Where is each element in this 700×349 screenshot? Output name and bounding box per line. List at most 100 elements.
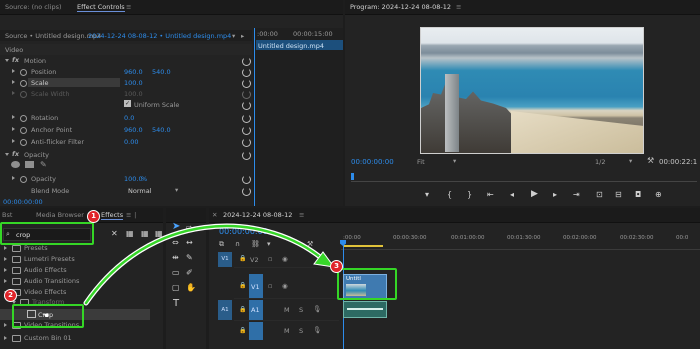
solo-button[interactable]: S bbox=[299, 327, 303, 335]
antiflicker-row[interactable]: Anti-flicker Filter 0.00 bbox=[0, 136, 252, 147]
chevron-right-icon[interactable] bbox=[12, 80, 15, 84]
settings-icon[interactable]: ⊕ bbox=[655, 190, 662, 199]
eye-icon[interactable]: ◉ bbox=[282, 282, 288, 290]
mini-clip[interactable]: Untitled design.mp4 bbox=[256, 40, 343, 50]
panel-menu-icon[interactable]: ≡ ∣ bbox=[126, 211, 137, 219]
program-playhead[interactable] bbox=[351, 173, 354, 180]
reset-icon[interactable] bbox=[242, 187, 251, 196]
sync-lock-icon[interactable]: ▫ bbox=[268, 255, 272, 263]
panel-menu-icon[interactable]: ≡ bbox=[299, 211, 304, 219]
rotation-value[interactable]: 0.0 bbox=[124, 114, 134, 122]
snap-icon[interactable]: ∩ bbox=[235, 240, 240, 248]
nest-icon[interactable]: ⧉ bbox=[219, 240, 224, 249]
camera-icon[interactable]: ◘ bbox=[635, 190, 641, 199]
pen-tool-icon[interactable]: ✐ bbox=[186, 268, 193, 277]
ripple-edit-tool-icon[interactable]: ⇔ bbox=[172, 238, 179, 247]
stopwatch-icon[interactable] bbox=[20, 176, 27, 183]
track-source-v1[interactable]: V1 bbox=[218, 252, 232, 267]
reset-icon[interactable] bbox=[242, 151, 251, 160]
solo-button[interactable]: S bbox=[299, 306, 303, 314]
ellipse-mask-icon[interactable] bbox=[11, 161, 20, 168]
opacity-header-row[interactable]: fx Opacity bbox=[0, 149, 252, 160]
chevron-right-icon[interactable] bbox=[12, 115, 15, 119]
anchor-y-value[interactable]: 540.0 bbox=[152, 126, 171, 134]
lock-icon[interactable]: 🔒 bbox=[239, 306, 246, 313]
effects-item-audio-transitions[interactable]: Audio Transitions bbox=[0, 276, 163, 287]
program-timecode[interactable]: 00:00:00:00 bbox=[351, 158, 394, 166]
lock-icon[interactable]: 🔒 bbox=[239, 255, 246, 262]
blend-mode-row[interactable]: Blend Mode Normal ▾ bbox=[0, 185, 252, 196]
scale-row[interactable]: Scale 100.0 bbox=[0, 77, 252, 88]
effects-item-lumetri-presets[interactable]: Lumetri Presets bbox=[0, 254, 163, 265]
step-back-icon[interactable]: ◂ bbox=[510, 190, 514, 199]
linked-selection-icon[interactable]: ⛓ bbox=[251, 240, 260, 248]
tab-list[interactable]: Bst bbox=[2, 211, 12, 219]
lift-icon[interactable]: ⊡ bbox=[596, 190, 603, 199]
add-marker-icon[interactable]: ▾ bbox=[425, 190, 429, 199]
close-icon[interactable]: ✕ bbox=[212, 211, 217, 219]
reset-icon[interactable] bbox=[242, 175, 251, 184]
blend-mode-select[interactable]: Normal bbox=[128, 187, 152, 195]
tab-effects[interactable]: Effects bbox=[101, 211, 124, 220]
go-to-out-icon[interactable]: ⇥ bbox=[573, 190, 580, 199]
position-y-value[interactable]: 540.0 bbox=[152, 68, 171, 76]
stopwatch-icon[interactable] bbox=[20, 80, 27, 87]
anchor-point-row[interactable]: Anchor Point 960.0 540.0 bbox=[0, 124, 252, 135]
wrench-icon[interactable]: ⚒ bbox=[307, 240, 313, 248]
chevron-down-icon[interactable]: ▾ bbox=[629, 157, 632, 165]
opacity-value[interactable]: 100.0 bbox=[124, 175, 143, 183]
chevron-down-icon[interactable]: ▾ bbox=[232, 32, 235, 40]
step-forward-icon[interactable]: ▸ bbox=[553, 190, 557, 199]
chevron-right-icon[interactable] bbox=[12, 69, 15, 73]
effect-controls-timecode[interactable]: 00:00:00:00 bbox=[3, 198, 43, 206]
reset-icon[interactable] bbox=[242, 79, 251, 88]
work-area-bar[interactable] bbox=[343, 245, 383, 247]
timeline-timecode[interactable]: 00:00:00:00 bbox=[219, 227, 268, 236]
resolution-dropdown[interactable]: 1/2 bbox=[595, 158, 605, 166]
rate-stretch-tool-icon[interactable]: ⇹ bbox=[172, 253, 179, 262]
slip-tool-icon[interactable]: ▭ bbox=[172, 268, 180, 277]
rectangle-mask-icon[interactable] bbox=[25, 161, 34, 168]
wrench-icon[interactable]: ⚒ bbox=[647, 156, 654, 165]
chevron-right-icon[interactable] bbox=[4, 323, 7, 327]
stopwatch-icon[interactable] bbox=[20, 127, 27, 134]
chevron-right-icon[interactable] bbox=[12, 127, 15, 131]
reset-icon[interactable] bbox=[242, 138, 251, 147]
reset-icon[interactable] bbox=[242, 101, 251, 110]
panel-menu-icon[interactable]: ≡ bbox=[126, 3, 131, 11]
stopwatch-icon[interactable] bbox=[20, 69, 27, 76]
rotation-row[interactable]: Rotation 0.0 bbox=[0, 112, 252, 123]
eye-icon[interactable]: ◉ bbox=[282, 255, 288, 263]
mute-button[interactable]: M bbox=[284, 306, 290, 314]
chevron-right-icon[interactable] bbox=[12, 139, 15, 143]
tab-effect-controls[interactable]: Effect Controls bbox=[77, 3, 125, 12]
effects-item-audio-effects[interactable]: Audio Effects bbox=[0, 265, 163, 276]
tab-source[interactable]: Source: (no clips) bbox=[5, 3, 62, 11]
rolling-edit-tool-icon[interactable]: ↔ bbox=[186, 238, 193, 247]
hand-tool-icon[interactable]: ▢ bbox=[172, 283, 180, 292]
mini-playhead[interactable] bbox=[254, 28, 255, 206]
lock-icon[interactable]: 🔒 bbox=[239, 282, 246, 289]
type-tool-icon[interactable]: T bbox=[173, 298, 179, 309]
mark-in-icon[interactable]: { bbox=[447, 190, 452, 199]
uniform-scale-row[interactable]: ✓ Uniform Scale bbox=[0, 99, 252, 110]
program-title[interactable]: Program: 2024-12-24 08-08-12 bbox=[350, 3, 451, 11]
lock-icon[interactable]: 🔒 bbox=[239, 327, 246, 334]
antiflicker-value[interactable]: 0.00 bbox=[124, 138, 138, 146]
chevron-down-icon[interactable]: ▾ bbox=[453, 157, 456, 165]
chevron-right-icon[interactable] bbox=[4, 257, 7, 261]
position-x-value[interactable]: 960.0 bbox=[124, 68, 143, 76]
sequence-tab[interactable]: 2024-12-24 08-08-12 bbox=[223, 211, 292, 219]
accelerated-effects-icon[interactable]: ▦ bbox=[126, 229, 134, 238]
chevron-down-icon[interactable] bbox=[5, 153, 9, 156]
fit-dropdown[interactable]: Fit bbox=[417, 158, 425, 166]
timeline-ruler[interactable]: :00:00 00:00:30:00 00:01:00:00 00:01:30:… bbox=[341, 233, 700, 250]
scale-value[interactable]: 100.0 bbox=[124, 79, 143, 87]
reset-icon[interactable] bbox=[242, 68, 251, 77]
go-to-in-icon[interactable]: ⇤ bbox=[487, 190, 494, 199]
effects-item-custom-bin[interactable]: Custom Bin 01 bbox=[0, 333, 163, 344]
32bit-effects-icon[interactable]: ▦ bbox=[141, 229, 149, 238]
pen-mask-icon[interactable]: ✎ bbox=[40, 160, 47, 169]
microphone-icon[interactable]: 🎙 bbox=[313, 326, 321, 334]
mark-out-icon[interactable]: } bbox=[467, 190, 472, 199]
